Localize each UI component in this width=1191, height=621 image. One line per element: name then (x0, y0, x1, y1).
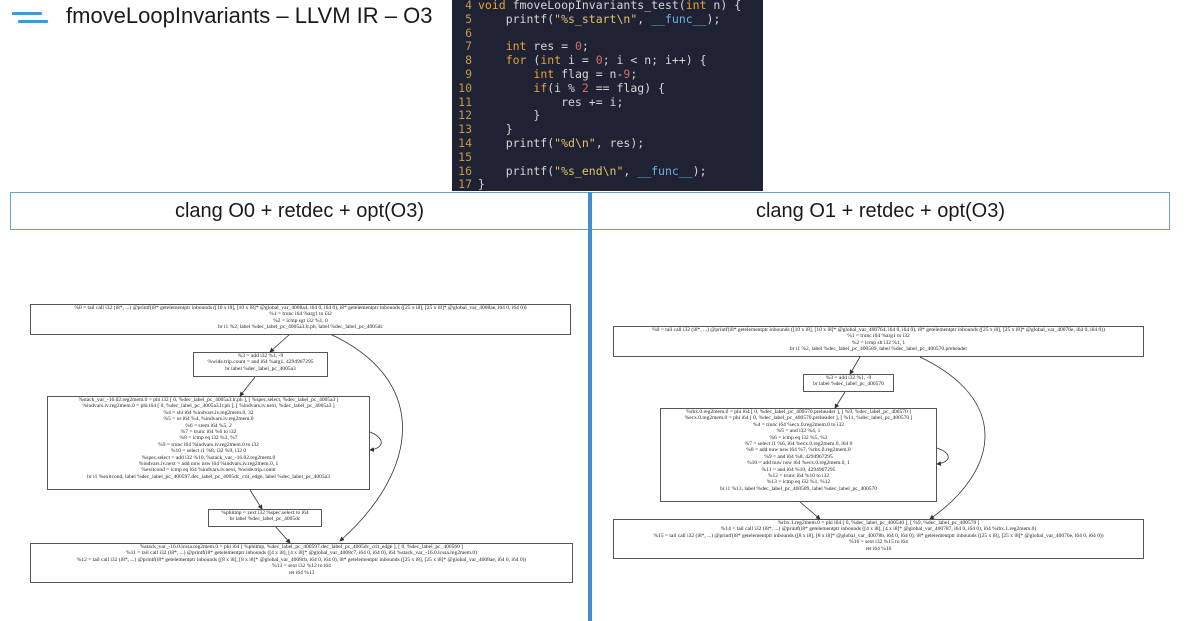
edge (249, 489, 263, 510)
edge (834, 391, 846, 409)
cfg-node-loop-body: %stack_var_-16.02.reg2mem.0 = phi i32 [ … (47, 396, 370, 490)
edge (936, 447, 949, 466)
cfg-node-entry: %0 = tail call i32 (i8*, ...) @printf(i8… (30, 304, 571, 335)
cfg-node-preheader: %3 = add i32 %1, -9 %wide.trip.count = a… (193, 352, 328, 377)
edge (849, 356, 861, 375)
cfg-node-exit: %stack_var_-16.0.lcssa.reg2mem.0 = phi i… (30, 543, 573, 583)
cfg-node-preheader: %3 = add i32 %1, -9 br label %dec_label_… (803, 374, 894, 392)
edge (369, 431, 382, 452)
cfg-node-entry: %0 = tail call i32 (i8*, ...) @printf(i8… (613, 326, 1144, 357)
cfg-node-exit: %rbx.1.reg2mem.0 = phi i64 [ 0, %dec_lab… (613, 519, 1144, 559)
cfg-node-crit-edge: %phitmp = zext i32 %spec.select to i64 b… (208, 509, 322, 527)
edge (799, 501, 821, 520)
cfg-node-loop-body: %rbx.0.reg2mem.0 = phi i64 [ 0, %dec_lab… (660, 408, 937, 502)
edge (274, 525, 291, 544)
edge (239, 376, 256, 397)
edge (269, 333, 291, 353)
